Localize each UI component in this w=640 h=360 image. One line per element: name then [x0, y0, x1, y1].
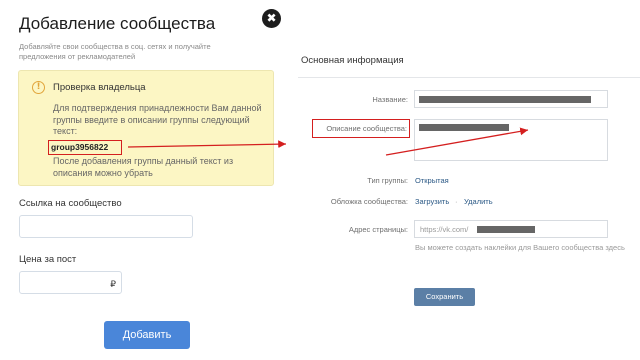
arrow-to-textarea	[385, 127, 529, 156]
annotation-arrows	[127, 127, 529, 156]
arrow-to-description	[127, 140, 287, 149]
